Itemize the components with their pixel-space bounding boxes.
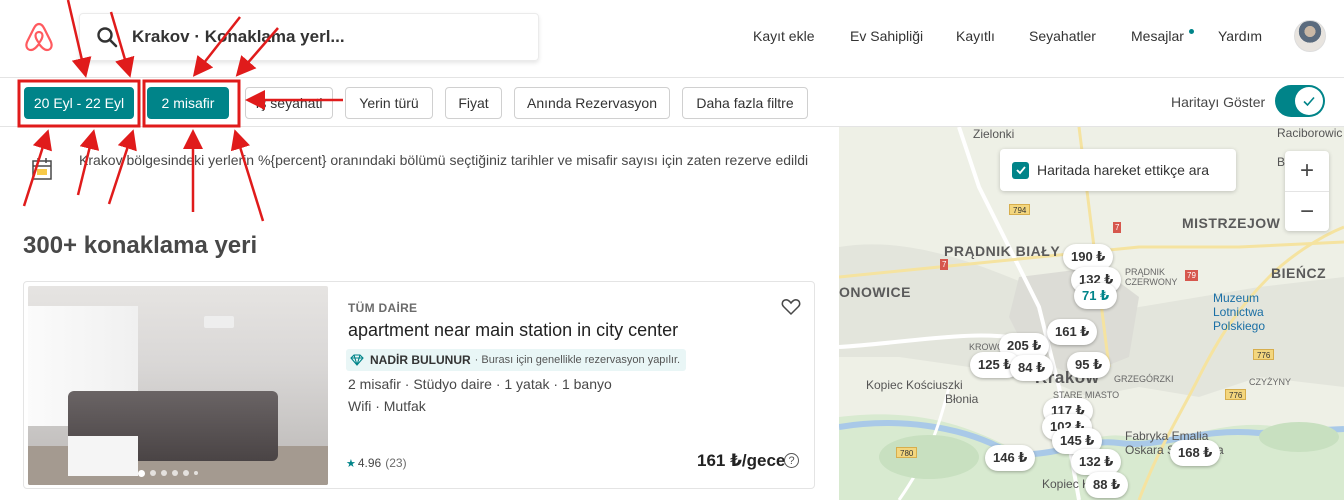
diamond-icon <box>350 354 364 366</box>
results-count-title: 300+ konaklama yeri <box>23 232 258 259</box>
dates-filter-button[interactable]: 20 Eyl - 22 Eyl <box>24 87 134 119</box>
search-text: Krakov · Konaklama yerl... <box>132 27 345 46</box>
photo-table <box>68 436 138 476</box>
price-pin[interactable]: 146 ₺ <box>985 445 1036 471</box>
rating-value: 4.96 <box>357 456 382 470</box>
show-map-toggle[interactable] <box>1275 85 1325 117</box>
location-search-bar[interactable]: Krakov · Konaklama yerl... <box>79 13 539 61</box>
calendar-icon <box>32 158 52 180</box>
listing-card[interactable]: TÜM DAİRE apartment near main station in… <box>23 281 815 489</box>
toggle-knob <box>1295 87 1323 115</box>
price-pin[interactable]: 168 ₺ <box>1170 440 1221 466</box>
check-icon <box>1015 166 1026 175</box>
search-as-move-label: Haritada hareket ettikçe ara <box>1037 162 1209 178</box>
checkbox-checked[interactable] <box>1012 161 1029 179</box>
place-blonia: Błonia <box>945 392 979 406</box>
check-icon <box>1303 96 1315 107</box>
poi-museum: Muzeum Lotnictwa Polskiego <box>1213 291 1266 333</box>
listing-capacity: 2 misafir · Stüdyo daire · 1 yatak · 1 b… <box>348 376 612 392</box>
rare-find-subtitle: · Burası için genellikle rezervasyon yap… <box>474 354 681 366</box>
price-info-icon[interactable]: ? <box>784 453 799 468</box>
road-badge: 7 <box>1113 222 1122 233</box>
work-trip-filter-button[interactable]: İş seyahati <box>245 87 333 119</box>
availability-notice: Krakov bölgesindeki yerlerin %{percent} … <box>79 152 809 168</box>
place-type-filter-button[interactable]: Yerin türü <box>345 87 433 119</box>
road-badge: 776 <box>1225 389 1247 400</box>
zoom-controls: + − <box>1285 151 1329 231</box>
price-filter-button[interactable]: Fiyat <box>445 87 502 119</box>
place-czyzyny: CZYŻYNY <box>1249 377 1292 387</box>
listing-price: 161 ₺/gece <box>697 451 786 470</box>
nav-messages[interactable]: Mesajlar <box>1131 28 1184 44</box>
road-badge: 79 <box>1185 270 1198 281</box>
listing-photo[interactable] <box>28 286 328 485</box>
show-map-label: Haritayı Göster <box>1171 94 1266 110</box>
listing-title[interactable]: apartment near main station in city cent… <box>348 320 678 341</box>
rare-find-title: NADİR BULUNUR <box>370 353 471 367</box>
review-count: (23) <box>385 456 407 470</box>
place-kopiec-kosciuszki: Kopiec Kościuszki <box>866 378 963 392</box>
heart-icon[interactable] <box>780 296 802 318</box>
guests-filter-button[interactable]: 2 misafir <box>147 87 229 119</box>
place-bronowice: ONOWICE <box>839 284 911 300</box>
place-raciborowice: Raciborowic <box>1277 127 1343 140</box>
place-pradnik-czerwony: PRĄDNIK CZERWONY <box>1125 267 1178 287</box>
price-pin[interactable]: 95 ₺ <box>1067 352 1111 378</box>
place-zielonki: Zielonki <box>973 127 1015 141</box>
price-pin[interactable]: 88 ₺ <box>1085 472 1129 498</box>
instant-book-filter-button[interactable]: Anında Rezervasyon <box>514 87 670 119</box>
airbnb-logo-icon[interactable] <box>24 21 54 53</box>
price-pin[interactable]: 161 ₺ <box>1047 319 1098 345</box>
filter-bar: 20 Eyl - 22 Eyl 2 misafir İş seyahati Ye… <box>0 78 1344 127</box>
place-bienczyce: BIEŃCZ <box>1271 265 1327 281</box>
price-pin[interactable]: 84 ₺ <box>1010 355 1054 381</box>
place-mistrzejowice: MISTRZEJOW <box>1182 215 1281 231</box>
more-filters-button[interactable]: Daha fazla filtre <box>682 87 808 119</box>
road-badge: 7 <box>940 259 949 270</box>
nav-help[interactable]: Yardım <box>1218 28 1262 44</box>
search-as-move-checkbox[interactable]: Haritada hareket ettikçe ara <box>1000 149 1236 191</box>
zoom-out-button[interactable]: − <box>1285 191 1329 231</box>
map[interactable]: Zielonki Raciborowic Batow MISTRZEJOW PR… <box>839 127 1344 500</box>
nav-saved[interactable]: Kayıtlı <box>956 28 995 44</box>
listing-amenities: Wifi · Mutfak <box>348 398 426 414</box>
photo-shelf <box>204 316 234 328</box>
place-grzegorzki: GRZEGÓRZKI <box>1114 374 1174 384</box>
rare-find-badge: NADİR BULUNUR · Burası için genellikle r… <box>346 349 687 371</box>
road-badge: 776 <box>1253 349 1275 360</box>
place-pradnik-bialy: PRĄDNIK BIAŁY <box>944 243 1061 259</box>
road-badge: 794 <box>1009 204 1031 215</box>
road-badge: 780 <box>896 447 918 458</box>
listing-rating: ★ 4.96 (23) <box>346 456 407 470</box>
listing-type: TÜM DAİRE <box>348 301 418 315</box>
zoom-in-button[interactable]: + <box>1285 151 1329 191</box>
nav-hosting[interactable]: Ev Sahipliği <box>850 28 923 44</box>
new-message-dot <box>1189 29 1194 34</box>
avatar[interactable] <box>1294 20 1326 52</box>
photo-carousel-dots[interactable] <box>138 470 198 477</box>
top-header: Krakov · Konaklama yerl... Kayıt ekle Ev… <box>0 0 1344 78</box>
price-pin-active[interactable]: 71 ₺ <box>1074 283 1118 309</box>
nav-trips[interactable]: Seyahatler <box>1029 28 1096 44</box>
nav-add-listing[interactable]: Kayıt ekle <box>753 28 814 44</box>
star-icon: ★ <box>346 457 356 470</box>
search-icon <box>97 27 118 48</box>
